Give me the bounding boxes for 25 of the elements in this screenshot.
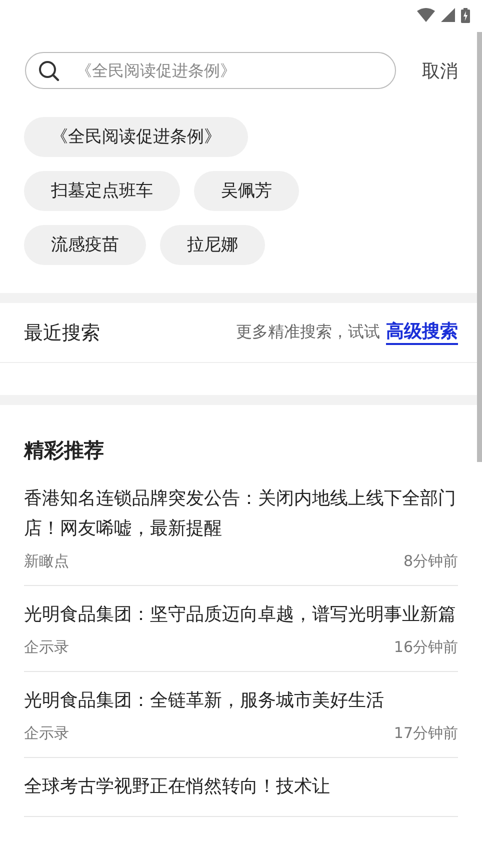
article-title[interactable]: 全球考古学视野正在悄然转向！技术让 (24, 772, 458, 802)
article-title[interactable]: 光明食品集团：坚守品质迈向卓越，谱写光明事业新篇 (24, 600, 458, 630)
wifi-icon (417, 8, 435, 22)
article-source: 企示录 (24, 724, 69, 743)
section-title: 最近搜索 (24, 320, 101, 346)
signal-icon (441, 8, 455, 22)
article-time: 16分钟前 (394, 638, 458, 657)
search-tag[interactable]: 流感疫苗 (24, 225, 146, 265)
article-source: 新瞰点 (24, 552, 69, 571)
section-title: 精彩推荐 (24, 437, 105, 464)
article-time: 8分钟前 (403, 552, 458, 571)
article-source: 企示录 (24, 638, 69, 657)
advanced-search-link[interactable]: 高级搜索 (386, 320, 458, 344)
search-tag[interactable]: 《全民阅读促进条例》 (24, 117, 248, 157)
hint-text: 更多精准搜索，试试 (236, 322, 380, 343)
search-tag[interactable]: 扫墓定点班车 (24, 171, 180, 211)
article-time: 17分钟前 (394, 724, 458, 743)
search-icon (38, 60, 60, 82)
search-tag[interactable]: 拉尼娜 (160, 225, 265, 265)
search-field[interactable]: 《全民阅读促进条例》 (25, 52, 396, 89)
battery-icon (461, 8, 470, 22)
article-title[interactable]: 香港知名连锁品牌突发公告：关闭内地线上线下全部门店！网友唏嘘，最新提醒 (24, 484, 458, 544)
search-tag[interactable]: 吴佩芳 (194, 171, 299, 211)
article-title[interactable]: 光明食品集团：全链革新，服务城市美好生活 (24, 686, 458, 716)
cancel-button[interactable]: 取消 (422, 58, 458, 82)
